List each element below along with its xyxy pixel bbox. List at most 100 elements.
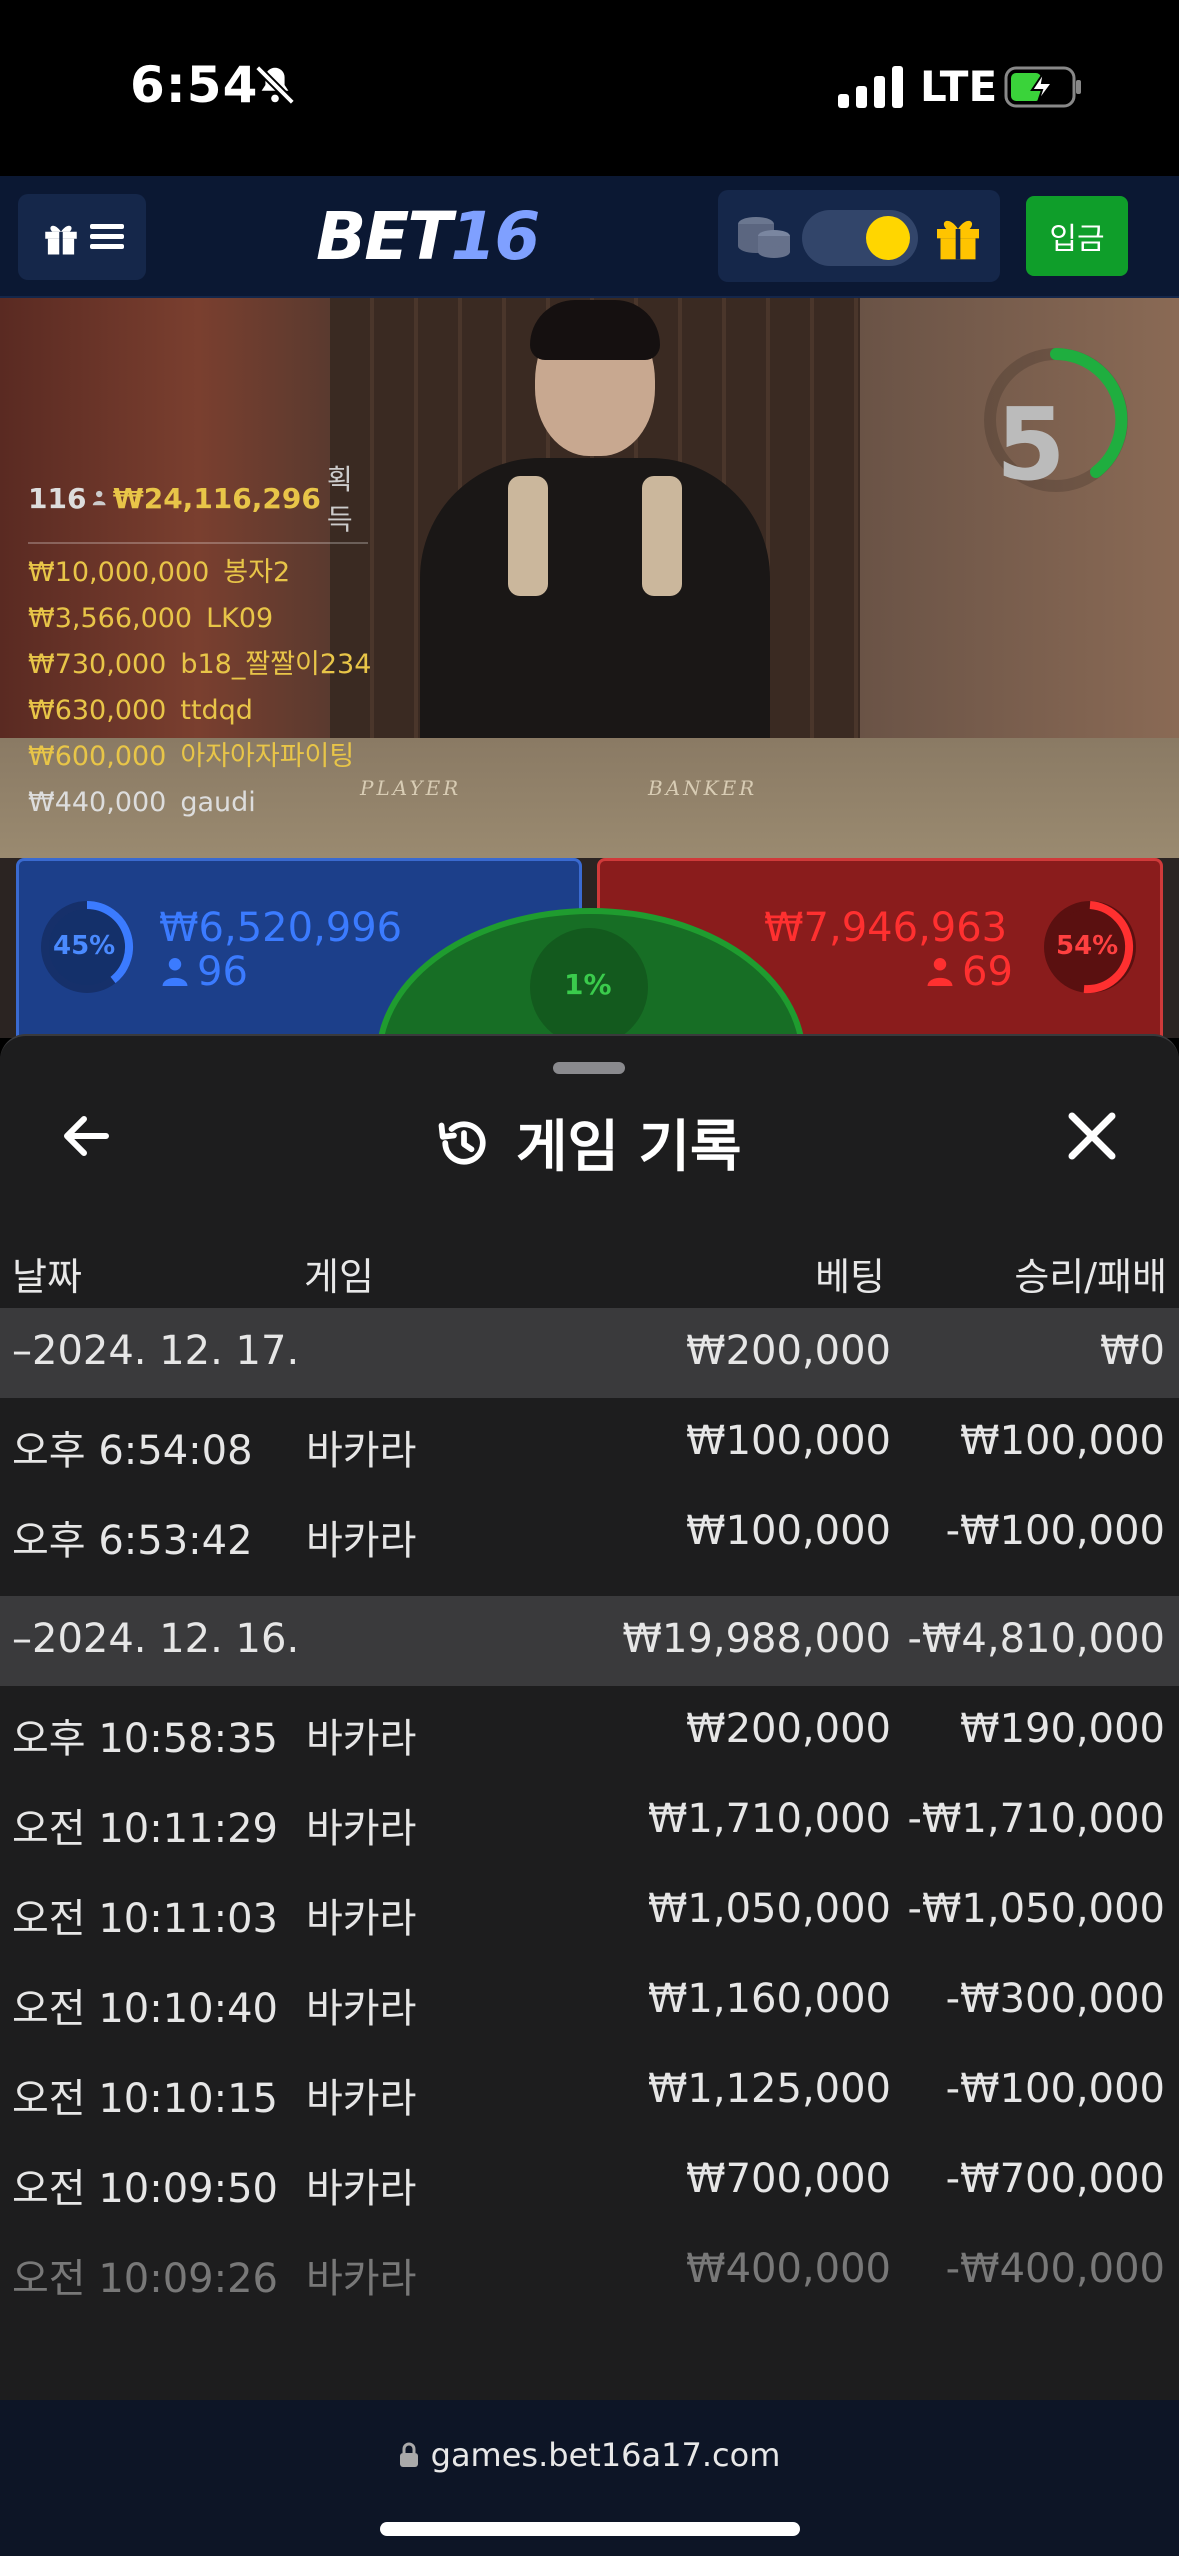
group-result-total: -₩4,810,000 <box>907 1616 1165 1662</box>
row-time: 오후 6:53:42 <box>12 1518 253 1564</box>
deposit-button[interactable]: 입금 <box>1026 196 1128 276</box>
winners-list: 116 ₩24,116,296 획득 ₩10,000,000 봉자2 ₩3,566… <box>28 458 388 826</box>
winners-total: ₩24,116,296 <box>112 481 321 515</box>
winners-count: 116 <box>28 481 87 515</box>
winner-row: ₩730,000 b18_짤짤이234 <box>28 649 372 680</box>
row-time: 오전 10:10:40 <box>12 1986 278 2032</box>
row-result: -₩400,000 <box>945 2246 1165 2292</box>
table-row[interactable]: 오전 10:10:40 바카라 ₩1,160,000 -₩300,000 <box>0 1956 1179 2046</box>
table-row[interactable]: 오전 10:10:15 바카라 ₩1,125,000 -₩100,000 <box>0 2046 1179 2136</box>
dealer-vest <box>508 476 548 596</box>
row-time: 오후 6:54:08 <box>12 1428 253 1474</box>
banker-percent: 54% <box>1056 931 1119 961</box>
row-result: -₩300,000 <box>945 1976 1165 2022</box>
menu-button[interactable] <box>18 194 146 280</box>
row-result: -₩1,050,000 <box>907 1886 1165 1932</box>
row-bet: ₩700,000 <box>686 2156 891 2202</box>
table-row[interactable]: 오전 10:11:03 바카라 ₩1,050,000 -₩1,050,000 <box>0 1866 1179 1956</box>
status-bar: 6:54 LTE <box>0 0 1179 176</box>
row-game: 바카라 <box>306 1518 417 1564</box>
gift-icon <box>45 225 77 255</box>
user-icon <box>93 490 107 506</box>
header-tools <box>718 190 1000 282</box>
history-table-header: 날짜 게임 베팅 승리/패배 <box>0 1236 1179 1306</box>
table-row[interactable]: 오전 10:11:29 바카라 ₩1,710,000 -₩1,710,000 <box>0 1776 1179 1866</box>
dealer-hair <box>530 300 660 360</box>
winner-row: ₩630,000 ttdqd <box>28 695 253 726</box>
url-field[interactable]: games.bet16a17.com <box>0 2436 1179 2474</box>
table-row[interactable]: 오후 6:54:08 바카라 ₩100,000 ₩100,000 <box>0 1398 1179 1488</box>
countdown-number: 5 <box>996 386 1066 503</box>
gift-promo-icon[interactable] <box>930 208 986 264</box>
column-date: 날짜 <box>12 1255 82 1299</box>
battery-charging-icon <box>1004 66 1081 108</box>
date-group-row[interactable]: –2024. 12. 17. ₩200,000 ₩0 <box>0 1308 1179 1398</box>
user-icon <box>162 958 188 986</box>
table-row[interactable]: 오후 10:58:35 바카라 ₩200,000 ₩190,000 <box>0 1686 1179 1776</box>
toggle-knob <box>866 216 910 260</box>
table-row[interactable]: 오전 10:09:26 바카라 ₩400,000 -₩400,000 <box>0 2226 1179 2316</box>
app-header: BET16 입금 <box>0 176 1179 298</box>
betting-area: 45% ₩6,520,996 96 54% ₩7,946,963 69 1% <box>0 858 1179 1208</box>
row-time: 오전 10:11:03 <box>12 1896 278 1942</box>
lock-icon <box>399 2442 418 2467</box>
row-game: 바카라 <box>306 2166 417 2212</box>
group-date: –2024. 12. 17. <box>12 1328 300 1374</box>
table-banker-label: BANKER <box>648 776 758 800</box>
row-bet: ₩100,000 <box>686 1418 891 1464</box>
status-time: 6:54 <box>130 56 259 114</box>
row-time: 오전 10:11:29 <box>12 1806 278 1852</box>
live-video-stream: PLAYER BANKER 116 ₩24,116,296 획득 ₩10,000… <box>0 298 1179 858</box>
history-table: –2024. 12. 17. ₩200,000 ₩0 오후 6:54:08 바카… <box>0 1308 1179 2316</box>
mode-toggle[interactable] <box>802 210 918 266</box>
group-bet-total: ₩200,000 <box>686 1328 891 1374</box>
row-game: 바카라 <box>306 1986 417 2032</box>
group-bet-total: ₩19,988,000 <box>622 1616 891 1662</box>
home-indicator[interactable] <box>380 2522 800 2536</box>
sheet-grabber[interactable] <box>553 1062 625 1074</box>
group-result-total: ₩0 <box>1100 1328 1165 1374</box>
user-icon <box>927 958 953 986</box>
browser-url-bar: games.bet16a17.com <box>0 2400 1179 2556</box>
row-time: 오후 10:58:35 <box>12 1716 278 1762</box>
row-result: -₩100,000 <box>945 2066 1165 2112</box>
row-game: 바카라 <box>306 1716 417 1762</box>
history-icon <box>438 1120 486 1165</box>
close-icon[interactable] <box>1060 1104 1124 1168</box>
winners-summary: 116 ₩24,116,296 획득 <box>28 458 368 544</box>
tie-percent: 1% <box>564 968 612 1001</box>
date-group-row[interactable]: –2024. 12. 16. ₩19,988,000 -₩4,810,000 <box>0 1596 1179 1686</box>
row-bet: ₩1,125,000 <box>647 2066 891 2112</box>
bell-slash-icon <box>255 65 295 105</box>
row-time: 오전 10:10:15 <box>12 2076 278 2122</box>
row-time: 오전 10:09:50 <box>12 2166 278 2212</box>
table-row[interactable]: 오후 6:53:42 바카라 ₩100,000 -₩100,000 <box>0 1488 1179 1578</box>
row-bet: ₩200,000 <box>686 1706 891 1752</box>
row-game: 바카라 <box>306 1896 417 1942</box>
column-game: 게임 <box>304 1255 374 1299</box>
url-text: games.bet16a17.com <box>430 2436 781 2474</box>
row-time: 오전 10:09:26 <box>12 2256 278 2302</box>
column-bet: 베팅 <box>815 1255 885 1299</box>
row-bet: ₩1,160,000 <box>647 1976 891 2022</box>
player-count: 96 <box>161 949 248 995</box>
row-result: -₩1,710,000 <box>907 1796 1165 1842</box>
player-percent: 45% <box>53 931 116 961</box>
row-bet: ₩400,000 <box>686 2246 891 2292</box>
bet16-logo[interactable]: BET16 <box>316 198 540 275</box>
sheet-title-text: 게임 기록 <box>516 1115 742 1180</box>
winner-row: ₩440,000 gaudi <box>28 787 256 818</box>
winner-row: ₩3,566,000 LK09 <box>28 603 274 634</box>
table-row[interactable]: 오전 10:09:50 바카라 ₩700,000 -₩700,000 <box>0 2136 1179 2226</box>
row-result: -₩100,000 <box>945 1508 1165 1554</box>
dealer-body <box>420 458 770 778</box>
coins-icon[interactable] <box>734 214 792 260</box>
column-result: 승리/패배 <box>1014 1255 1167 1299</box>
group-date: –2024. 12. 16. <box>12 1616 300 1662</box>
sheet-title: 게임 기록 <box>434 1102 742 1183</box>
banker-bet-amount: ₩7,946,963 <box>764 905 1008 951</box>
row-game: 바카라 <box>306 2076 417 2122</box>
row-result: -₩700,000 <box>945 2156 1165 2202</box>
row-result: ₩100,000 <box>960 1418 1165 1464</box>
back-arrow-icon[interactable] <box>56 1106 116 1166</box>
